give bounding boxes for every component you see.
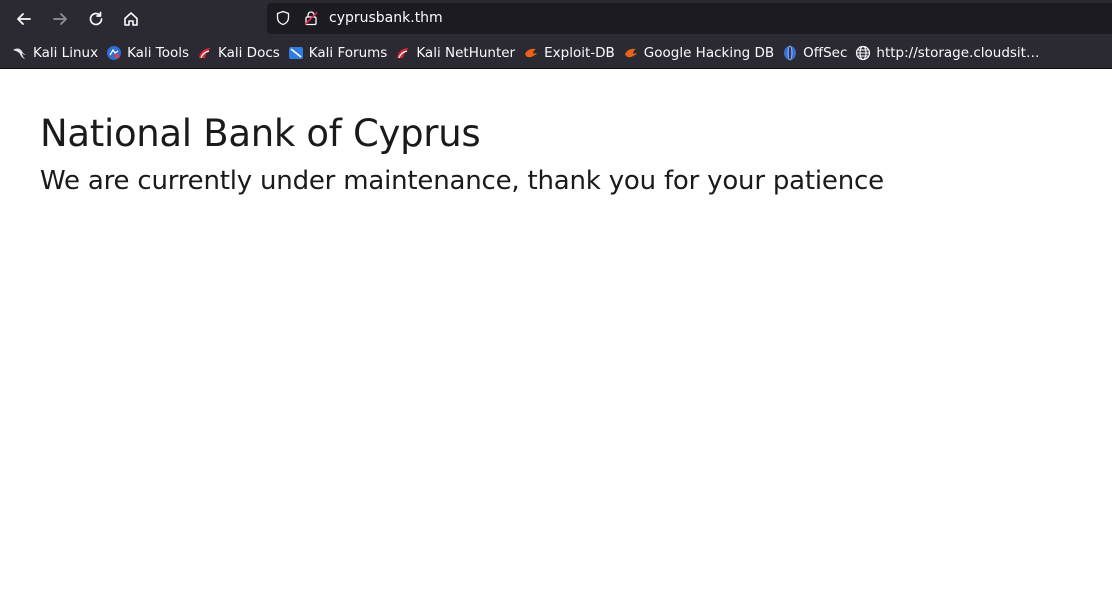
kali-tools-icon: [107, 45, 122, 60]
bookmark-kali-nethunter[interactable]: Kali NetHunter: [393, 41, 521, 65]
bookmark-label: Kali NetHunter: [416, 44, 516, 61]
kali-dragon-icon: [13, 48, 26, 59]
exploit-db-icon: [624, 48, 637, 57]
bookmark-offsec[interactable]: OffSec: [780, 41, 853, 65]
address-bar[interactable]: cyprusbank.thm: [267, 3, 1112, 34]
bookmark-label: http://storage.cloudsit…: [876, 44, 1040, 61]
kali-red-icon: [199, 47, 211, 58]
kali-red-icon: [397, 47, 410, 58]
bookmark-kali-forums[interactable]: Kali Forums: [286, 41, 394, 65]
reload-button[interactable]: [82, 5, 110, 33]
home-button[interactable]: [117, 5, 145, 33]
globe-icon: [856, 45, 871, 60]
bookmark-google-hacking-db[interactable]: Google Hacking DB: [621, 41, 780, 65]
bookmark-label: Kali Tools: [127, 44, 189, 61]
url-text[interactable]: cyprusbank.thm: [329, 10, 443, 26]
bookmark-label: Google Hacking DB: [643, 44, 775, 61]
insecure-lock-icon[interactable]: [303, 10, 319, 26]
home-icon: [124, 12, 138, 26]
bookmark-label: Kali Linux: [33, 44, 99, 61]
arrow-left-icon: [17, 13, 31, 25]
maintenance-message: We are currently under maintenance, than…: [40, 166, 884, 196]
bookmark-exploit-db[interactable]: Exploit-DB: [521, 41, 621, 65]
exploit-db-icon: [525, 48, 538, 57]
shield-icon[interactable]: [275, 10, 291, 26]
bookmark-label: Kali Docs: [218, 44, 280, 61]
bookmark-storage-cloudsit[interactable]: http://storage.cloudsit…: [853, 41, 1045, 65]
back-button[interactable]: [10, 5, 38, 33]
reload-icon: [89, 11, 103, 26]
bookmark-label: Exploit-DB: [544, 44, 615, 61]
bookmark-kali-docs[interactable]: Kali Docs: [195, 41, 286, 65]
browser-toolbar: cyprusbank.thm: [0, 0, 1112, 37]
offsec-icon: [784, 45, 797, 60]
bookmark-label: OffSec: [803, 44, 848, 61]
bookmarks-toolbar: Kali Linux Kali Tools Kali Docs Kali For…: [0, 37, 1112, 69]
bookmark-label: Kali Forums: [308, 44, 388, 61]
page-content: National Bank of Cyprus We are currently…: [0, 70, 1112, 607]
page-title: National Bank of Cyprus: [40, 112, 481, 155]
bookmark-kali-tools[interactable]: Kali Tools: [104, 41, 195, 65]
forward-button[interactable]: [46, 5, 74, 33]
bookmark-kali-linux[interactable]: Kali Linux: [10, 41, 104, 65]
kali-forums-icon: [288, 46, 303, 59]
arrow-right-icon: [53, 13, 67, 25]
